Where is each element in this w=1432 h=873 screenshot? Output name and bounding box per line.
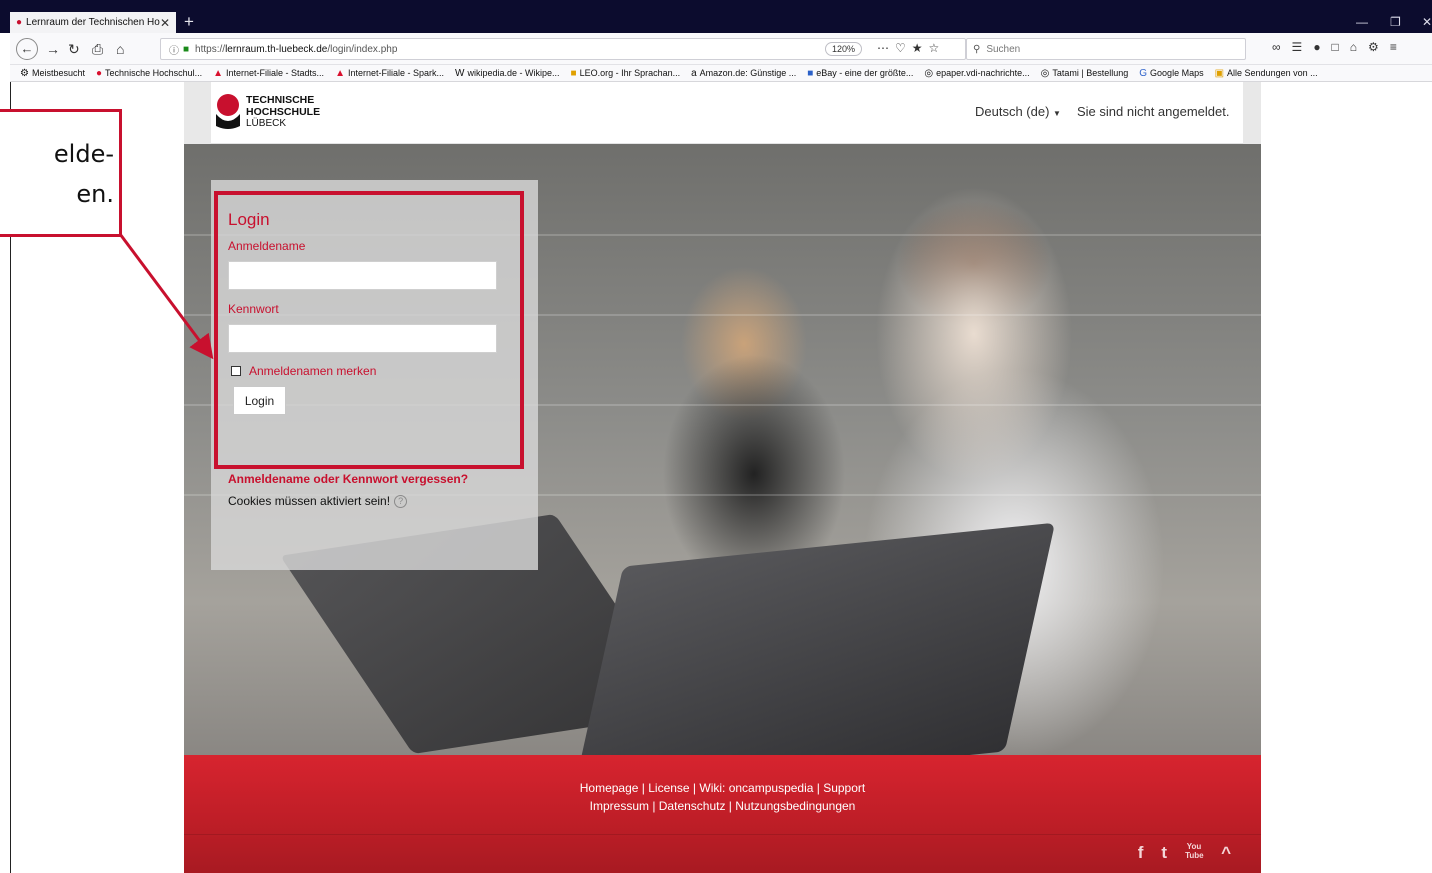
bookmark-item[interactable]: ◎ Tatami | Bestellung [1041,68,1129,79]
url-prefix: https:// [195,43,226,55]
logo-text[interactable]: TECHNISCHE HOCHSCHULE LÜBECK [246,94,320,130]
cookies-note: Cookies müssen aktiviert sein! ? [228,494,408,508]
globe-icon: ◎ [924,67,934,79]
social-links: f t You Tube ^ [1138,842,1231,864]
new-tab-icon[interactable]: + [184,13,194,30]
ebay-icon: ■ [807,67,814,79]
reload-icon[interactable]: ↻ [68,40,80,58]
site-header: TECHNISCHE HOCHSCHULE LÜBECK Deutsch (de… [211,82,1243,144]
forward-icon[interactable]: → [46,40,60,58]
bookmark-item[interactable]: ◎ epaper.vdi-nachrichte... [924,68,1029,79]
footer-links-line[interactable]: Homepage | License | Wiki: oncampuspedia… [184,779,1261,797]
url-bar[interactable]: ⓘ ■ https://lernraum.th-luebeck.de/login… [160,38,966,60]
back-icon[interactable]: ← [16,38,38,60]
footer-divider [184,834,1261,835]
bookmark-item[interactable]: Wwikipedia.de - Wikipe... [455,68,560,79]
search-input[interactable]: ⚲ Suchen [966,38,1246,60]
gear-icon: ⚙ [20,67,29,79]
site-footer: Homepage | License | Wiki: oncampuspedia… [184,755,1261,873]
bookmark-item[interactable]: ■ LEO.org - Ihr Sprachan... [571,68,681,79]
lock-icon[interactable]: ■ [183,44,189,55]
print-icon[interactable]: ⎙ [92,40,103,58]
browser-tab-bar: ● Lernraum der Technischen Ho ✕ + — ❐ ✕ [0,0,1432,33]
facebook-icon[interactable]: f [1138,842,1144,864]
forgot-password-link[interactable]: Anmeldename oder Kennwort vergessen? [228,472,468,486]
bookmark-item[interactable]: G Google Maps [1139,68,1203,79]
annotation-callout: elde- en. [0,109,122,237]
leo-icon: ■ [570,67,577,79]
toolbar-extension-icons[interactable]: ∞☰●□⌂⚙≡ [1272,40,1408,54]
search-placeholder: Suchen [986,43,1021,55]
browser-navigation-bar: ← → ↻ ⎙ ⌂ ⓘ ■ https://lernraum.th-luebec… [10,33,1432,65]
help-icon[interactable]: ? [394,494,408,508]
footer-links-line[interactable]: Impressum | Datenschutz | Nutzungsbeding… [184,797,1261,815]
bookmark-item[interactable]: ⚙ Meistbesucht [20,68,85,79]
bookmark-item[interactable]: a Amazon.de: Günstige ... [691,68,796,79]
google-icon: G [1139,67,1148,79]
footer-links: Homepage | License | Wiki: oncampuspedia… [184,779,1261,815]
url-host: lernraum.th-luebeck.de [225,43,328,55]
sparkasse-icon: ▲ [335,67,345,79]
close-window-icon[interactable]: ✕ [1422,15,1432,29]
zoom-level[interactable]: 120% [825,42,863,56]
bookmark-item[interactable]: ● Technische Hochschul... [96,68,202,79]
globe-icon: ◎ [1040,67,1050,79]
favicon-icon: ● [16,17,23,28]
search-icon: ⚲ [973,43,981,55]
caret-down-icon: ▼ [1053,109,1061,118]
media-icon: ▣ [1214,67,1225,79]
minimize-icon[interactable]: — [1356,15,1368,29]
close-tab-icon[interactable]: ✕ [160,16,170,30]
bookmarks-bar: ⚙ Meistbesucht ● Technische Hochschul... ▲… [10,65,1432,82]
sparkasse-icon: ▲ [213,67,224,79]
bookmark-item[interactable]: ▲ Internet-Filiale - Stadts... [213,68,324,79]
th-logo-icon[interactable] [215,94,241,130]
wikipedia-icon: W [455,67,465,79]
twitter-icon[interactable]: t [1161,842,1167,864]
back-to-top-icon[interactable]: ^ [1221,842,1231,864]
th-icon: ● [96,67,103,79]
language-menu[interactable]: Deutsch (de) ▼ [975,104,1061,119]
restore-icon[interactable]: ❐ [1390,15,1401,29]
login-highlight-box [214,191,524,469]
page-actions-icons[interactable]: ⋯♡★☆ [877,41,945,55]
bookmark-item[interactable]: ■ eBay - eine der größte... [807,68,913,79]
url-path: /login/index.php [327,43,398,55]
tab-title: Lernraum der Technischen Ho [26,17,160,28]
browser-tab[interactable]: ● Lernraum der Technischen Ho ✕ [10,12,176,33]
bookmark-item[interactable]: ▲ Internet-Filiale - Spark... [335,68,444,79]
info-icon[interactable]: ⓘ [169,42,179,57]
callout-text: elde- en. [53,140,114,208]
home-icon[interactable]: ⌂ [116,40,124,58]
amazon-icon: a [691,67,697,79]
bookmark-item[interactable]: ▣ Alle Sendungen von ... [1215,68,1318,79]
youtube-icon[interactable]: You Tube [1185,842,1204,864]
login-status: Sie sind nicht angemeldet. [1077,104,1230,119]
